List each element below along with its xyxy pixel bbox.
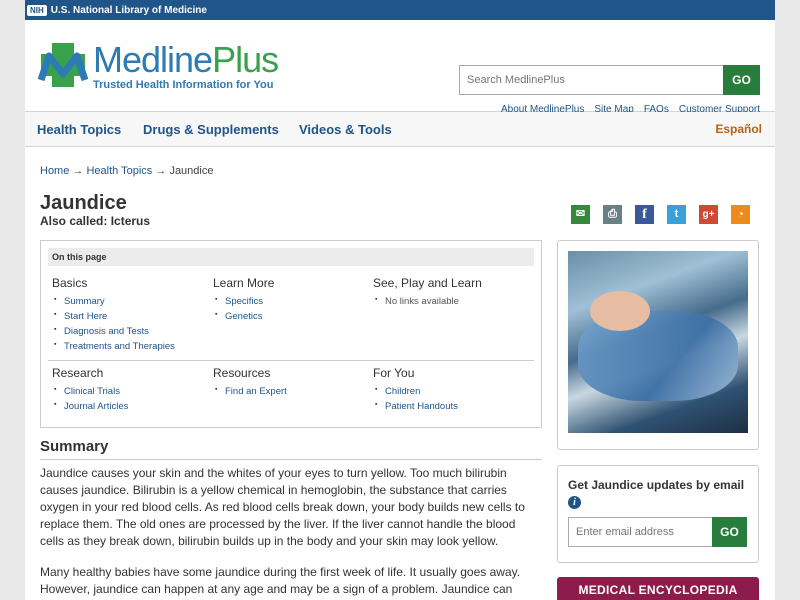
- section-divider: [48, 360, 534, 361]
- main-nav: Health Topics Drugs & Supplements Videos…: [25, 112, 775, 147]
- twitter-icon[interactable]: t: [667, 205, 686, 224]
- nih-bar: NIH U.S. National Library of Medicine: [25, 0, 775, 20]
- site-header: MedlinePlus Trusted Health Information f…: [25, 20, 775, 115]
- on-this-page: On this page Basics Summary Start Here D…: [40, 240, 542, 428]
- link-specifics[interactable]: Specifics: [213, 296, 274, 307]
- link-children[interactable]: Children: [373, 386, 458, 397]
- section-research: Research Clinical Trials Journal Article…: [52, 366, 128, 416]
- summary-heading: Summary: [40, 438, 109, 455]
- logo-tagline: Trusted Health Information for You: [93, 78, 274, 91]
- share-bar: ✉ ⎙ f t g+ ◔: [571, 205, 750, 224]
- section-basics: Basics Summary Start Here Diagnosis and …: [52, 276, 175, 356]
- section-resources: Resources Find an Expert: [213, 366, 287, 401]
- email-icon[interactable]: ✉: [571, 205, 590, 224]
- link-patient-handouts[interactable]: Patient Handouts: [373, 401, 458, 412]
- on-this-page-label: On this page: [48, 248, 534, 266]
- link-journal-articles[interactable]: Journal Articles: [52, 401, 128, 412]
- link-treatments-therapies[interactable]: Treatments and Therapies: [52, 341, 175, 352]
- nav-health-topics[interactable]: Health Topics: [37, 122, 121, 137]
- info-icon[interactable]: i: [568, 496, 581, 509]
- medlineplus-logo-icon: [37, 43, 89, 87]
- link-summary[interactable]: Summary: [52, 296, 175, 307]
- breadcrumb-home[interactable]: Home: [40, 165, 69, 177]
- search-input[interactable]: [459, 65, 723, 95]
- section-see-play-learn: See, Play and Learn No links available: [373, 276, 482, 311]
- summary-paragraph: Many healthy babies have some jaundice d…: [40, 565, 521, 600]
- page: NIH U.S. National Library of Medicine Me…: [25, 0, 775, 600]
- newborn-photo: [568, 251, 748, 433]
- section-title: Resources: [213, 366, 271, 380]
- breadcrumb-health-topics[interactable]: Health Topics: [86, 165, 152, 177]
- nih-logo[interactable]: NIH: [27, 4, 47, 16]
- search-go-button[interactable]: GO: [723, 65, 760, 95]
- nav-videos-tools[interactable]: Videos & Tools: [299, 122, 392, 137]
- medical-encyclopedia-header[interactable]: MEDICAL ENCYCLOPEDIA: [557, 577, 759, 600]
- page-title: Jaundice: [40, 192, 127, 214]
- section-title: See, Play and Learn: [373, 276, 482, 290]
- summary-paragraph: Jaundice causes your skin and the whites…: [40, 466, 525, 548]
- topic-image-box: [557, 240, 759, 450]
- email-go-button[interactable]: GO: [712, 517, 747, 547]
- breadcrumb-separator: →: [152, 165, 170, 177]
- breadcrumb-separator: →: [69, 165, 87, 177]
- rss-icon[interactable]: ◔: [731, 205, 750, 224]
- section-for-you: For You Children Patient Handouts: [373, 366, 458, 416]
- section-learn-more: Learn More Specifics Genetics: [213, 276, 274, 326]
- link-find-expert[interactable]: Find an Expert: [213, 386, 287, 397]
- breadcrumb: Home → Health Topics → Jaundice: [40, 165, 213, 177]
- nav-drugs-supplements[interactable]: Drugs & Supplements: [143, 122, 279, 137]
- nlm-link[interactable]: U.S. National Library of Medicine: [51, 5, 207, 16]
- no-links-text: No links available: [373, 296, 482, 307]
- section-title: Basics: [52, 276, 88, 290]
- google-plus-icon[interactable]: g+: [699, 205, 718, 224]
- facebook-icon[interactable]: f: [635, 205, 654, 224]
- section-title: For You: [373, 366, 415, 380]
- espanol-link[interactable]: Español: [715, 122, 762, 136]
- print-icon[interactable]: ⎙: [603, 205, 622, 224]
- logo-wordmark: MedlinePlus: [93, 38, 279, 80]
- link-diagnosis-tests[interactable]: Diagnosis and Tests: [52, 326, 175, 337]
- section-title: Learn More: [213, 276, 275, 290]
- summary-divider: [40, 459, 542, 460]
- email-signup-heading: Get Jaundice updates by email: [568, 478, 745, 492]
- email-field[interactable]: [568, 517, 712, 547]
- link-clinical-trials[interactable]: Clinical Trials: [52, 386, 128, 397]
- breadcrumb-current: Jaundice: [169, 165, 214, 177]
- email-signup-box: Get Jaundice updates by email i GO: [557, 465, 759, 563]
- section-title: Research: [52, 366, 104, 380]
- also-called: Also called: Icterus: [40, 214, 151, 228]
- link-genetics[interactable]: Genetics: [213, 311, 274, 322]
- search-form: GO: [459, 65, 760, 95]
- medlineplus-logo[interactable]: MedlinePlus Trusted Health Information f…: [37, 38, 279, 92]
- link-start-here[interactable]: Start Here: [52, 311, 175, 322]
